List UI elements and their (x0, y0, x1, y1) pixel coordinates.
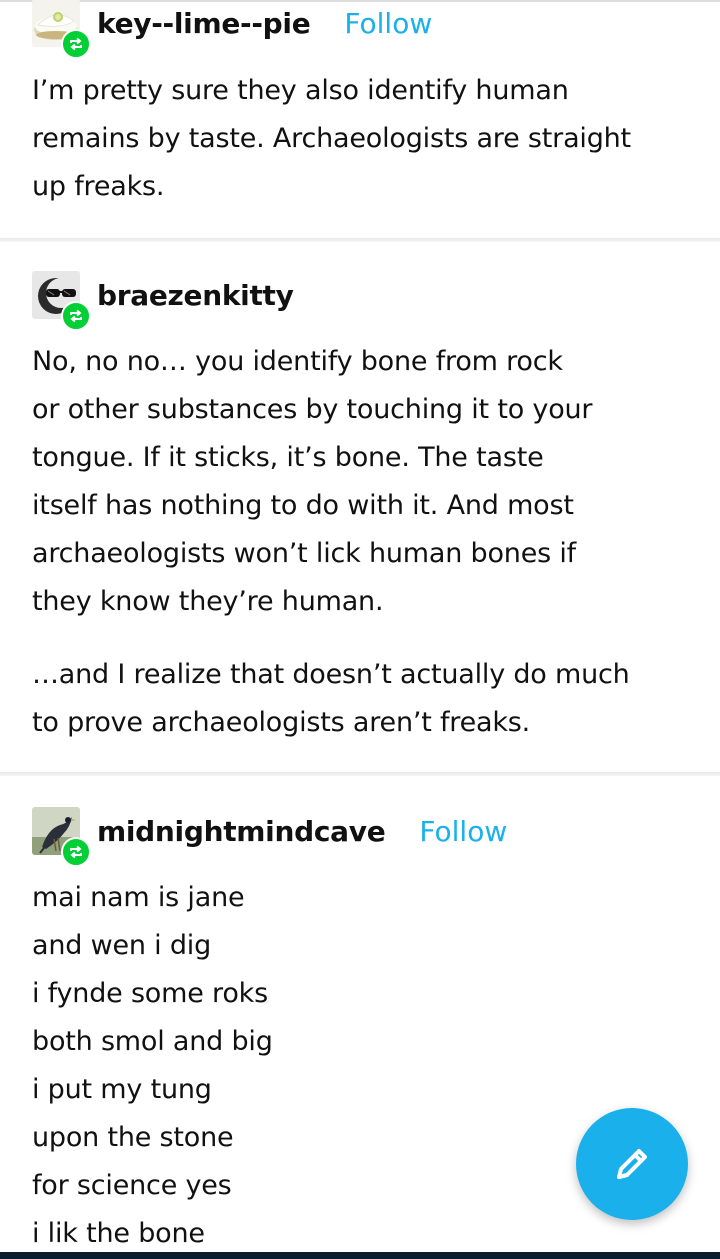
post-body: I’m pretty sure they also identify human… (32, 67, 692, 211)
reblog-icon (61, 837, 91, 867)
post-header: braezenkitty (32, 267, 294, 331)
post-header: midnightmindcave Follow (32, 803, 507, 867)
paragraph: No, no no… you identify bone from rock o… (32, 338, 692, 626)
username[interactable]: key--lime--pie (97, 7, 311, 40)
post-braezenkitty: braezenkitty No, no no… you identify bon… (0, 242, 720, 772)
body-line: remains by taste. Archaeologists are str… (32, 123, 631, 154)
body-line: i put my tung (32, 1074, 212, 1105)
body-line: i fynde some roks (32, 978, 268, 1009)
post-key-lime-pie: key--lime--pie Follow I’m pretty sure th… (0, 0, 720, 238)
follow-button[interactable]: Follow (419, 815, 507, 848)
body-line: mai nam is jane (32, 882, 245, 913)
body-line: and wen i dig (32, 930, 212, 961)
body-line: to prove archaeologists aren’t freaks. (32, 707, 531, 738)
follow-button[interactable]: Follow (344, 7, 432, 40)
body-line: I’m pretty sure they also identify human (32, 75, 569, 106)
avatar[interactable] (32, 0, 91, 59)
paragraph: …and I realize that doesn’t actually do … (32, 651, 692, 747)
body-line: both smol and big (32, 1026, 273, 1057)
reblog-icon (61, 301, 91, 331)
username[interactable]: midnightmindcave (97, 815, 386, 848)
post-body: No, no no… you identify bone from rock o… (32, 338, 692, 747)
bottom-edge (0, 1252, 720, 1259)
body-line: i lik the bone (32, 1218, 205, 1249)
body-line: …and I realize that doesn’t actually do … (32, 659, 630, 690)
pencil-icon (617, 1149, 647, 1179)
body-line: No, no no… you identify bone from rock (32, 346, 563, 377)
body-line: up freaks. (32, 171, 165, 202)
body-line: tongue. If it sticks, it’s bone. The tas… (32, 442, 544, 473)
body-line: or other substances by touching it to yo… (32, 394, 593, 425)
avatar[interactable] (32, 807, 91, 867)
body-line: archaeologists won’t lick human bones if (32, 538, 576, 569)
compose-button[interactable] (576, 1108, 688, 1220)
avatar[interactable] (32, 271, 91, 331)
reblog-icon (61, 29, 91, 59)
body-line: itself has nothing to do with it. And mo… (32, 490, 574, 521)
post-header: key--lime--pie Follow (32, 0, 432, 59)
body-line: they know they’re human. (32, 586, 384, 617)
username[interactable]: braezenkitty (97, 279, 294, 312)
